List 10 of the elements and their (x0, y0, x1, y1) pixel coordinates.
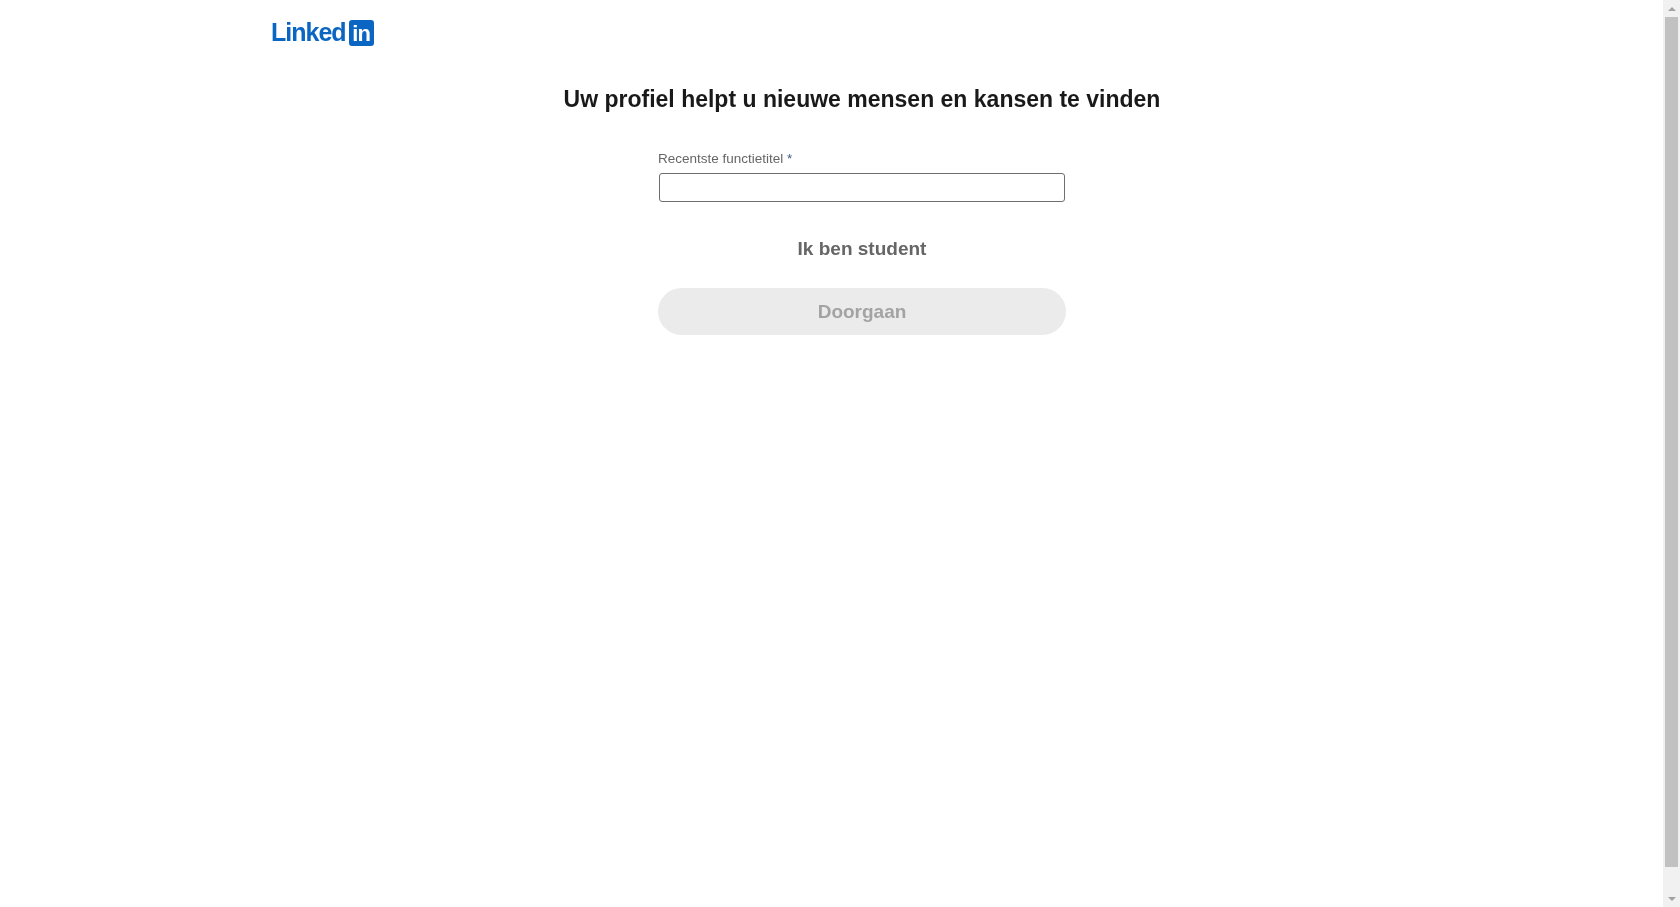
scroll-up-icon[interactable] (1667, 6, 1676, 11)
scrollbar[interactable] (1663, 0, 1680, 907)
scrollbar-thumb[interactable] (1665, 17, 1678, 867)
input-field[interactable] (659, 173, 1065, 202)
logo-wordmark: Linked (271, 19, 346, 46)
student-toggle[interactable]: Ik ben student (793, 236, 931, 262)
scroll-down-icon[interactable] (1667, 896, 1676, 901)
logo-mark: in (348, 19, 374, 46)
page-heading: Uw profiel helpt u nieuwe mensen en kansen te vinden (563, 85, 1161, 114)
field-label: Recentste functietitel * (658, 150, 793, 167)
